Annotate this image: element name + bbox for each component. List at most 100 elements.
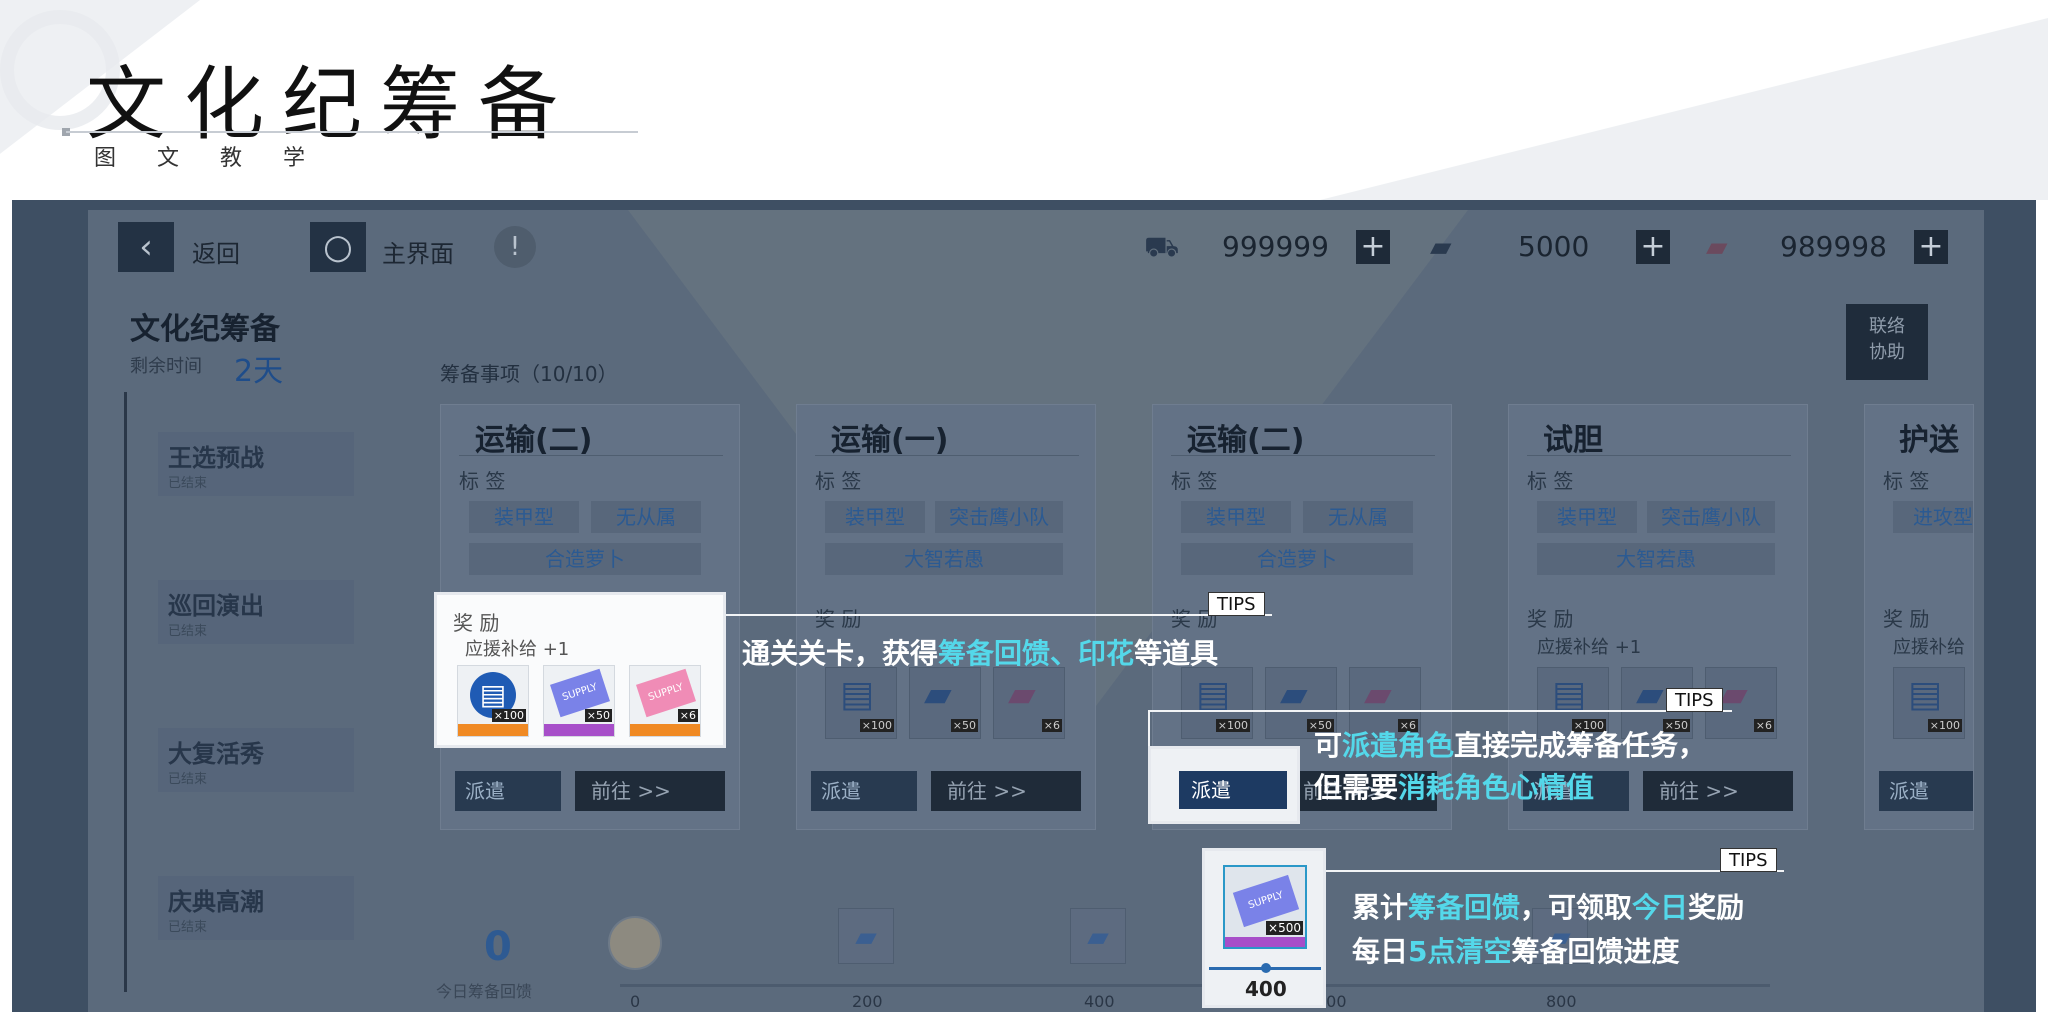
item-quantity: ×6 — [677, 709, 698, 722]
blue-ticket-icon: ▰ — [1087, 920, 1109, 953]
goto-button[interactable]: 前往 >> — [575, 771, 725, 811]
page-title: 文化纪筹备 — [86, 58, 576, 151]
card-tag: 装甲型 — [1181, 501, 1291, 533]
stage-item[interactable]: 巡回演出 已结束 — [158, 580, 354, 644]
header-decoration-right — [1320, 0, 2048, 200]
item-quantity: ×100 — [491, 709, 526, 722]
back-icon[interactable]: ‹ — [118, 222, 174, 272]
resource-value-pink: 989998 — [1780, 230, 1887, 263]
stage-timeline — [124, 392, 127, 992]
pink-ticket-icon: ▰ — [1720, 674, 1748, 715]
card-tag: 合造萝卜 — [1181, 543, 1413, 575]
clipboard-icon: ▤ — [1908, 674, 1943, 715]
card-divider — [815, 455, 1079, 456]
stage-item[interactable]: 大复活秀 已结束 — [158, 728, 354, 792]
back-button-label[interactable]: 返回 — [192, 234, 240, 269]
blue-ticket-icon: SUPPLY — [1232, 874, 1300, 928]
stage-item[interactable]: 王选预战 已结束 — [158, 432, 354, 496]
reward-assist: 应援补给 — [1893, 637, 1965, 658]
tip3-text-line1: 累计筹备回馈，可领取今日奖励 — [1352, 891, 1745, 924]
remain-time-label: 剩余时间 — [130, 356, 202, 377]
tip1-reward-panel: 奖 励 应援补给 +1 ▤ ×100 SUPPLY ×50 SUPPLY ×6 — [434, 592, 726, 748]
rarity-bar — [630, 724, 700, 736]
card-tag: 进攻型 — [1893, 501, 1973, 533]
reward-header: 奖 励 — [1527, 607, 1574, 631]
goto-button[interactable]: 前往 >> — [1643, 771, 1793, 811]
clipboard-icon: ▤ — [1552, 674, 1587, 715]
tip2-connector — [1148, 710, 1732, 712]
dispatch-button[interactable]: 派遣 — [455, 771, 561, 811]
reward-item[interactable]: ▤ ×100 — [1893, 667, 1965, 739]
resource-value-supply: 999999 — [1222, 230, 1329, 263]
add-blue-button[interactable]: + — [1636, 230, 1670, 264]
feedback-progress-track — [620, 984, 1770, 987]
today-feedback-label: 今日筹备回馈 — [436, 982, 533, 1001]
add-pink-button[interactable]: + — [1914, 230, 1948, 264]
tag-header: 标 签 — [1171, 469, 1218, 493]
reward-header: 奖 励 — [815, 607, 862, 631]
reward-item[interactable]: ▤ ×100 — [1181, 667, 1253, 739]
card-tag: 突击鹰小队 — [935, 501, 1063, 533]
dispatch-button[interactable]: 派遣 — [811, 771, 917, 811]
blue-ticket-icon: ▰ — [1280, 674, 1308, 715]
items-header: 筹备事项（10/10） — [440, 362, 618, 386]
help-button[interactable]: 联络 协助 — [1846, 304, 1928, 380]
reward-header: 奖 励 — [1883, 607, 1930, 631]
milestone-reward-item[interactable]: ▰ — [838, 908, 894, 964]
tag-header: 标 签 — [1527, 469, 1574, 493]
stage-name: 庆典高潮 — [168, 888, 264, 916]
stage-name: 王选预战 — [168, 444, 264, 472]
rarity-bar — [544, 724, 614, 736]
card-tag: 无从属 — [591, 501, 701, 533]
add-supply-button[interactable]: + — [1356, 230, 1390, 264]
supply-ticket-icon: ⛟ — [1144, 230, 1180, 263]
item-quantity: ×100 — [1215, 719, 1250, 732]
stage-status: 已结束 — [168, 624, 208, 639]
card-tag: 装甲型 — [1537, 501, 1637, 533]
milestone-reward-item[interactable]: ▰ — [1070, 908, 1126, 964]
tip1-item-blue: SUPPLY ×50 — [543, 665, 615, 737]
card-divider — [1527, 455, 1791, 456]
card-tag: 突击鹰小队 — [1647, 501, 1775, 533]
card-tag: 装甲型 — [469, 501, 579, 533]
stage-item[interactable]: 庆典高潮 已结束 — [158, 876, 354, 940]
tag-header: 标 签 — [815, 469, 862, 493]
progress-tick: 800 — [1546, 992, 1577, 1011]
dispatch-button[interactable]: 派遣 — [1879, 771, 1973, 811]
resource-value-blue: 5000 — [1518, 230, 1590, 263]
reward-item[interactable]: ▰ ×50 — [909, 667, 981, 739]
reward-item[interactable]: ▤ ×100 — [825, 667, 897, 739]
card-title: 运输(二) — [475, 423, 593, 458]
tip1-text: 通关关卡，获得筹备回馈、印花等道具 — [742, 637, 1219, 670]
stage-status: 已结束 — [168, 476, 208, 491]
blue-ticket-icon: ▰ — [1636, 674, 1664, 715]
item-quantity: ×100 — [859, 719, 894, 732]
pink-ticket-icon: ▰ — [1364, 674, 1392, 715]
event-title: 文化纪筹备 — [130, 312, 280, 347]
progress-tick: 200 — [852, 992, 883, 1011]
blue-ticket-icon: ▰ — [855, 920, 877, 953]
reward-item[interactable]: ▰ ×6 — [993, 667, 1065, 739]
stage-name: 大复活秀 — [168, 740, 264, 768]
tip2-dispatch-panel: 派遣 — [1148, 746, 1300, 824]
card-tag: 合造萝卜 — [469, 543, 701, 575]
item-quantity: ×50 — [584, 709, 612, 722]
card-title: 运输(一) — [831, 423, 949, 458]
pink-ticket-icon: ▰ — [1008, 674, 1036, 715]
item-quantity: ×6 — [1041, 719, 1062, 732]
card-tag: 装甲型 — [825, 501, 925, 533]
task-card[interactable]: 运输(一) 标 签 装甲型 突击鹰小队 大智若愚 奖 励 ▤ ×100 ▰ ×50 … — [796, 404, 1096, 830]
tip3-text-line2: 每日5点清空筹备回馈进度 — [1352, 935, 1680, 968]
card-tag: 大智若愚 — [825, 543, 1063, 575]
home-button-label[interactable]: 主界面 — [382, 234, 454, 269]
home-icon[interactable]: ○ — [310, 222, 366, 272]
card-divider — [459, 455, 723, 456]
tip1-item-pink: SUPPLY ×6 — [629, 665, 701, 737]
tag-header: 标 签 — [1883, 469, 1930, 493]
info-icon[interactable]: ! — [494, 226, 536, 268]
tip1-reward-assist: 应援补给 +1 — [465, 639, 570, 660]
task-card[interactable]: 护送 标 签 进攻型 奖 励 应援补给 ▤ ×100 派遣 — [1864, 404, 1974, 830]
card-title: 运输(二) — [1187, 423, 1305, 458]
dispatch-button[interactable]: 派遣 — [1179, 771, 1287, 809]
goto-button[interactable]: 前往 >> — [931, 771, 1081, 811]
